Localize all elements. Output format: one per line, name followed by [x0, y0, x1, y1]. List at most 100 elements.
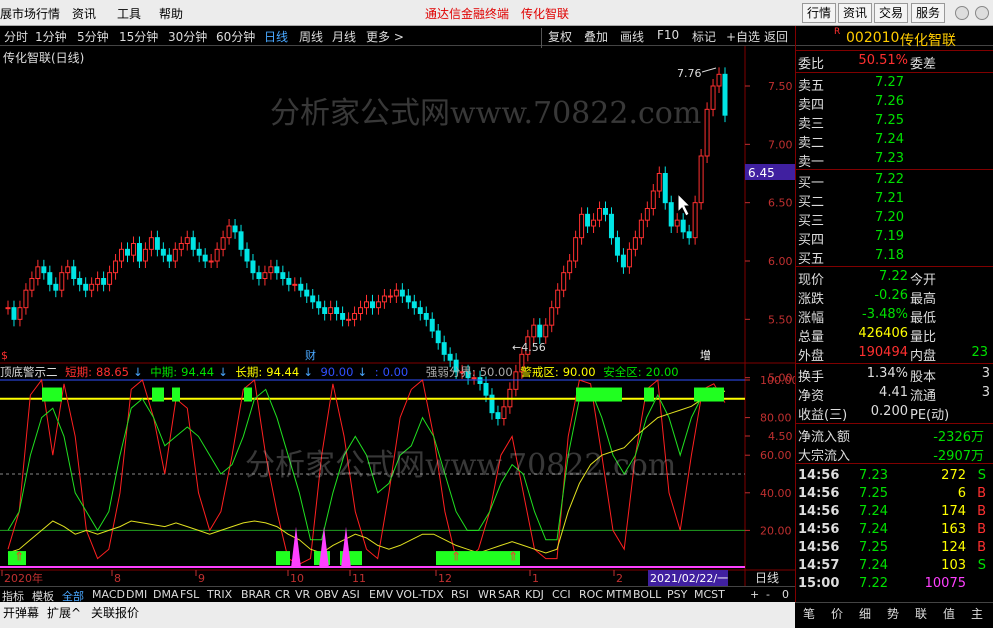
indicator-tab[interactable]: CR — [275, 588, 290, 601]
right-tab[interactable]: 价 — [831, 605, 843, 622]
indicator-tab[interactable]: WR — [478, 588, 497, 601]
tab-news[interactable]: 资讯 — [838, 3, 873, 23]
indicator-tab[interactable]: OBV — [315, 588, 338, 601]
close-icon[interactable] — [975, 6, 989, 20]
period-5min[interactable]: 5分钟 — [77, 28, 109, 45]
candle — [698, 155, 704, 204]
indicator-tab[interactable]: DMI — [126, 588, 147, 601]
ask-row-3[interactable]: 卖三 7.25 — [796, 112, 993, 132]
period-60min[interactable]: 60分钟 — [216, 28, 255, 45]
menu-help[interactable]: 帮助 — [159, 5, 183, 22]
candle — [537, 324, 543, 338]
bid-row-3[interactable]: 买三 7.20 — [796, 209, 993, 229]
btn-fuquan[interactable]: 复权 — [548, 28, 572, 45]
ask-price: 7.23 — [875, 151, 904, 166]
indicator-tab[interactable]: VR — [295, 588, 310, 601]
candle — [381, 295, 387, 303]
indicator-tab[interactable]: ROC — [579, 588, 603, 601]
indicator-tab[interactable]: PSY — [667, 588, 687, 601]
candle — [603, 208, 608, 215]
indicator-tab[interactable]: FSL — [180, 588, 199, 601]
stat-row: 外盘 190494 内盘 23 — [798, 345, 988, 364]
tab-service[interactable]: 服务 — [911, 3, 946, 23]
indicator-tab[interactable]: SAR — [498, 588, 520, 601]
btn-add-favorite[interactable]: +自选 — [726, 28, 760, 45]
indicator-tab[interactable]: KDJ — [525, 588, 544, 601]
bid-row-4[interactable]: 买四 7.19 — [796, 228, 993, 248]
period-fenshi[interactable]: 分时 — [4, 28, 28, 45]
period-1min[interactable]: 1分钟 — [35, 28, 67, 45]
btn-diejia[interactable]: 叠加 — [584, 28, 608, 45]
candle — [340, 313, 346, 320]
period-more[interactable]: 更多 > — [366, 28, 404, 45]
btn-huaxian[interactable]: 画线 — [620, 28, 644, 45]
period-30min[interactable]: 30分钟 — [168, 28, 207, 45]
right-tab[interactable]: 势 — [887, 605, 899, 622]
period-15min[interactable]: 15分钟 — [119, 28, 158, 45]
indicator-tab[interactable]: VOL-TDX — [396, 588, 444, 601]
indicator-tab[interactable]: TRIX — [207, 588, 232, 601]
bid-row-2[interactable]: 买二 7.21 — [796, 190, 993, 210]
indicator-name: 顶底警示二 — [0, 365, 58, 379]
up-arrow-icon: ⇑ — [508, 549, 518, 563]
indicator-tab[interactable]: MACD — [92, 588, 125, 601]
stat2-row: 换手 1.34% 股本 3 — [798, 366, 990, 385]
linked-quote-button[interactable]: 关联报价 — [91, 604, 139, 621]
btn-biaoji[interactable]: 标记 — [692, 28, 716, 45]
indicator-tab[interactable]: MTM — [606, 588, 632, 601]
indicator-tab[interactable]: DMA — [153, 588, 179, 601]
danmu-button[interactable]: 开弹幕 — [3, 604, 39, 621]
candle — [89, 283, 95, 291]
candle — [142, 248, 148, 262]
top-signal-block — [694, 387, 724, 402]
mouse-cursor-icon — [677, 192, 692, 217]
period-daily[interactable]: 日线 — [264, 28, 288, 45]
indicator-tab[interactable]: BOLL — [633, 588, 661, 601]
candle — [591, 219, 597, 227]
expand-button[interactable]: 扩展^ — [47, 604, 81, 621]
minimize-icon[interactable] — [955, 6, 969, 20]
ask-label: 卖三 — [798, 117, 825, 132]
indicator-tab[interactable]: MCST — [694, 588, 725, 601]
candle — [393, 289, 399, 297]
candle — [447, 353, 453, 361]
bid-row-1[interactable]: 买一 7.22 — [796, 171, 993, 191]
candle — [232, 225, 238, 233]
right-tab[interactable]: 值 — [943, 605, 955, 622]
indicator-tab[interactable]: BRAR — [241, 588, 271, 601]
top-signal-block — [576, 387, 622, 402]
tab-quote[interactable]: 行情 — [802, 3, 837, 23]
ask-label: 卖一 — [798, 155, 825, 170]
btn-back[interactable]: 返回 — [764, 28, 788, 45]
ask-row-4[interactable]: 卖四 7.26 — [796, 93, 993, 113]
ask-row-5[interactable]: 卖五 7.27 — [796, 74, 993, 94]
right-tab[interactable]: 笔 — [803, 605, 815, 622]
watermark-top: 分析家公式网www.70822.com — [270, 96, 702, 131]
candle — [638, 219, 644, 239]
menu-tools[interactable]: 工具 — [117, 5, 141, 22]
indicator-tab[interactable]: RSI — [451, 588, 469, 601]
indicator-tab[interactable]: ASI — [342, 588, 360, 601]
btn-f10[interactable]: F10 — [657, 28, 679, 42]
price-tick-label: 7.50 — [768, 80, 793, 93]
bid-row-5[interactable]: 买五 7.18 — [796, 247, 993, 267]
right-tab[interactable]: 细 — [859, 605, 871, 622]
menu-news[interactable]: 资讯 — [72, 5, 96, 22]
date-label: 8 — [114, 572, 121, 585]
candle — [262, 272, 268, 280]
right-tab[interactable]: 主 — [971, 605, 983, 622]
ask-row-2[interactable]: 卖二 7.24 — [796, 131, 993, 151]
tab-trade[interactable]: 交易 — [874, 3, 909, 23]
minus-icon[interactable]: - — [766, 588, 770, 601]
zero-label[interactable]: 0 — [782, 588, 789, 601]
ask-row-1[interactable]: 卖一 7.23 — [796, 150, 993, 170]
indicator-tab[interactable]: CCI — [552, 588, 571, 601]
candle — [483, 383, 489, 396]
plus-icon[interactable]: + — [750, 588, 759, 601]
period-weekly[interactable]: 周线 — [299, 28, 323, 45]
period-monthly[interactable]: 月线 — [332, 28, 356, 45]
candle — [202, 254, 208, 262]
indicator-tab[interactable]: EMV — [369, 588, 393, 601]
stat-row: 涨跌 -0.26 最高 — [798, 288, 937, 307]
right-tab[interactable]: 联 — [915, 605, 927, 622]
